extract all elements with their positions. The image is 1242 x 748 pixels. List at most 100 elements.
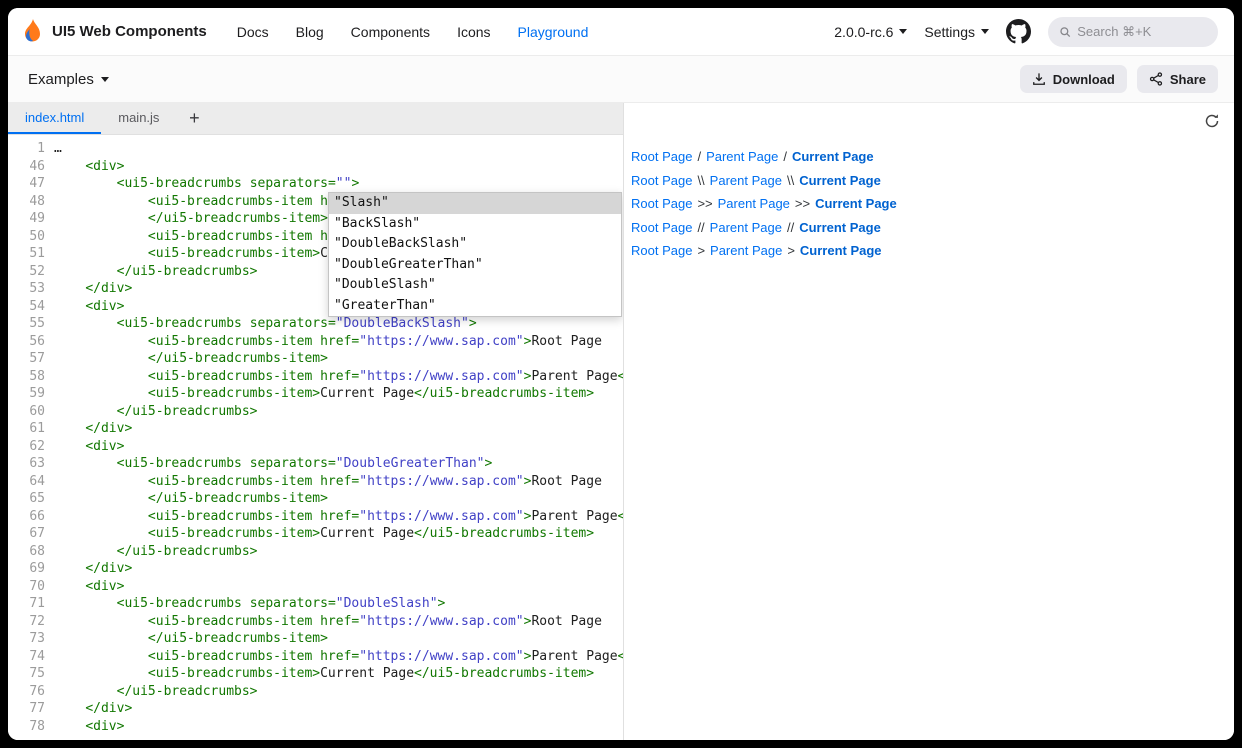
code-line[interactable]: 58 <ui5-breadcrumbs-item href="https://w… <box>8 368 623 386</box>
code-line[interactable]: 74 <ui5-breadcrumbs-item href="https://w… <box>8 648 623 666</box>
breadcrumb-link[interactable]: Parent Page <box>718 196 790 211</box>
top-navbar: UI5 Web Components Docs Blog Components Ico… <box>8 8 1234 56</box>
code-text: </ui5-breadcrumbs-item> <box>54 210 328 228</box>
code-line[interactable]: 66 <ui5-breadcrumbs-item href="https://w… <box>8 508 623 526</box>
line-number: 67 <box>8 525 54 543</box>
code-line[interactable]: 73 </ui5-breadcrumbs-item> <box>8 630 623 648</box>
code-line[interactable]: 70 <div> <box>8 578 623 596</box>
breadcrumb-link[interactable]: Parent Page <box>710 173 782 188</box>
line-number: 46 <box>8 158 54 176</box>
settings-dropdown[interactable]: Settings <box>924 24 989 40</box>
add-file-button[interactable]: + <box>176 103 212 134</box>
breadcrumb-current[interactable]: Current Page <box>792 149 874 164</box>
code-text: </ui5-breadcrumbs> <box>54 263 258 281</box>
code-line[interactable]: 61 </div> <box>8 420 623 438</box>
examples-dropdown[interactable]: Examples <box>28 71 109 88</box>
breadcrumb-link[interactable]: Parent Page <box>710 220 782 235</box>
chevron-down-icon <box>101 77 109 82</box>
breadcrumb-current[interactable]: Current Page <box>799 173 881 188</box>
nav-link-components[interactable]: Components <box>351 24 430 40</box>
autocomplete-item[interactable]: "GreaterThan" <box>329 296 621 317</box>
code-text: </ui5-breadcrumbs-item> <box>54 350 328 368</box>
code-line[interactable]: 60 </ui5-breadcrumbs> <box>8 403 623 421</box>
breadcrumb-separator: > <box>692 243 710 258</box>
editor-tab-bar: index.htmlmain.js + <box>8 103 623 135</box>
nav-link-playground[interactable]: Playground <box>518 24 589 40</box>
line-number: 68 <box>8 543 54 561</box>
line-number: 1 <box>8 140 54 158</box>
code-text: <ui5-breadcrumbs-item href="https://www.… <box>54 473 602 491</box>
nav-link-icons[interactable]: Icons <box>457 24 490 40</box>
autocomplete-item[interactable]: "DoubleGreaterThan" <box>329 255 621 276</box>
download-button[interactable]: Download <box>1020 65 1127 93</box>
code-line[interactable]: 46 <div> <box>8 158 623 176</box>
download-icon <box>1032 72 1046 86</box>
autocomplete-item[interactable]: "Slash" <box>329 193 621 214</box>
code-text: </ui5-breadcrumbs> <box>54 403 258 421</box>
code-line[interactable]: 64 <ui5-breadcrumbs-item href="https://w… <box>8 473 623 491</box>
tab-main.js[interactable]: main.js <box>101 103 176 134</box>
code-line[interactable]: 62 <div> <box>8 438 623 456</box>
app-window: UI5 Web Components Docs Blog Components Ico… <box>8 8 1234 740</box>
code-text: <ui5-breadcrumbs-item href="https://www.… <box>54 333 602 351</box>
breadcrumb-link[interactable]: Root Page <box>631 243 692 258</box>
version-dropdown[interactable]: 2.0.0-rc.6 <box>834 24 907 40</box>
code-text: </div> <box>54 560 132 578</box>
breadcrumb-link[interactable]: Root Page <box>631 149 692 164</box>
main-split: index.htmlmain.js + 1…46 <div>47 <ui5-br… <box>8 103 1234 740</box>
code-text: … <box>54 140 62 158</box>
refresh-icon[interactable] <box>1204 113 1220 129</box>
nav-link-blog[interactable]: Blog <box>296 24 324 40</box>
code-line[interactable]: 75 <ui5-breadcrumbs-item>Current Page</u… <box>8 665 623 683</box>
autocomplete-item[interactable]: "DoubleBackSlash" <box>329 234 621 255</box>
code-line[interactable]: 57 </ui5-breadcrumbs-item> <box>8 350 623 368</box>
code-line[interactable]: 68 </ui5-breadcrumbs> <box>8 543 623 561</box>
code-text: </div> <box>54 700 132 718</box>
ui5-flame-logo <box>22 19 44 45</box>
code-line[interactable]: 59 <ui5-breadcrumbs-item>Current Page</u… <box>8 385 623 403</box>
code-text: <ui5-breadcrumbs separators=""> <box>54 175 359 193</box>
share-button[interactable]: Share <box>1137 65 1218 93</box>
code-line[interactable]: 76 </ui5-breadcrumbs> <box>8 683 623 701</box>
code-line[interactable]: 77 </div> <box>8 700 623 718</box>
breadcrumb-current[interactable]: Current Page <box>800 243 882 258</box>
breadcrumb-row: Root Page/Parent Page/Current Page <box>631 145 1234 169</box>
line-number: 74 <box>8 648 54 666</box>
nav-link-docs[interactable]: Docs <box>237 24 269 40</box>
code-line[interactable]: 71 <ui5-breadcrumbs separators="DoubleSl… <box>8 595 623 613</box>
breadcrumb-link[interactable]: Root Page <box>631 173 692 188</box>
code-line[interactable]: 63 <ui5-breadcrumbs separators="DoubleGr… <box>8 455 623 473</box>
line-number: 69 <box>8 560 54 578</box>
breadcrumb-row: Root Page\\Parent Page\\Current Page <box>631 169 1234 193</box>
code-line[interactable]: 69 </div> <box>8 560 623 578</box>
code-line[interactable]: 78 <div> <box>8 718 623 736</box>
code-line[interactable]: 47 <ui5-breadcrumbs separators=""> <box>8 175 623 193</box>
breadcrumb-link[interactable]: Root Page <box>631 220 692 235</box>
breadcrumb-separator: >> <box>692 196 717 211</box>
autocomplete-item[interactable]: "BackSlash" <box>329 214 621 235</box>
tab-index.html[interactable]: index.html <box>8 103 101 134</box>
breadcrumb-current[interactable]: Current Page <box>799 220 881 235</box>
code-line[interactable]: 1… <box>8 140 623 158</box>
search-box[interactable] <box>1048 17 1218 47</box>
search-input[interactable] <box>1077 24 1207 39</box>
line-number: 47 <box>8 175 54 193</box>
code-area[interactable]: 1…46 <div>47 <ui5-breadcrumbs separators… <box>8 135 623 740</box>
code-line[interactable]: 67 <ui5-breadcrumbs-item>Current Page</u… <box>8 525 623 543</box>
line-number: 65 <box>8 490 54 508</box>
breadcrumb-link[interactable]: Parent Page <box>706 149 778 164</box>
github-icon[interactable] <box>1006 19 1031 44</box>
code-text: <div> <box>54 298 124 316</box>
breadcrumb-link[interactable]: Root Page <box>631 196 692 211</box>
code-line[interactable]: 65 </ui5-breadcrumbs-item> <box>8 490 623 508</box>
breadcrumb-link[interactable]: Parent Page <box>710 243 782 258</box>
code-line[interactable]: 55 <ui5-breadcrumbs separators="DoubleBa… <box>8 315 623 333</box>
line-number: 61 <box>8 420 54 438</box>
code-line[interactable]: 72 <ui5-breadcrumbs-item href="https://w… <box>8 613 623 631</box>
breadcrumb-current[interactable]: Current Page <box>815 196 897 211</box>
autocomplete-item[interactable]: "DoubleSlash" <box>329 275 621 296</box>
code-text: <ui5-breadcrumbs-item>Current Page</ui5-… <box>54 385 594 403</box>
code-line[interactable]: 56 <ui5-breadcrumbs-item href="https://w… <box>8 333 623 351</box>
brand[interactable]: UI5 Web Components <box>22 19 207 45</box>
line-number: 64 <box>8 473 54 491</box>
